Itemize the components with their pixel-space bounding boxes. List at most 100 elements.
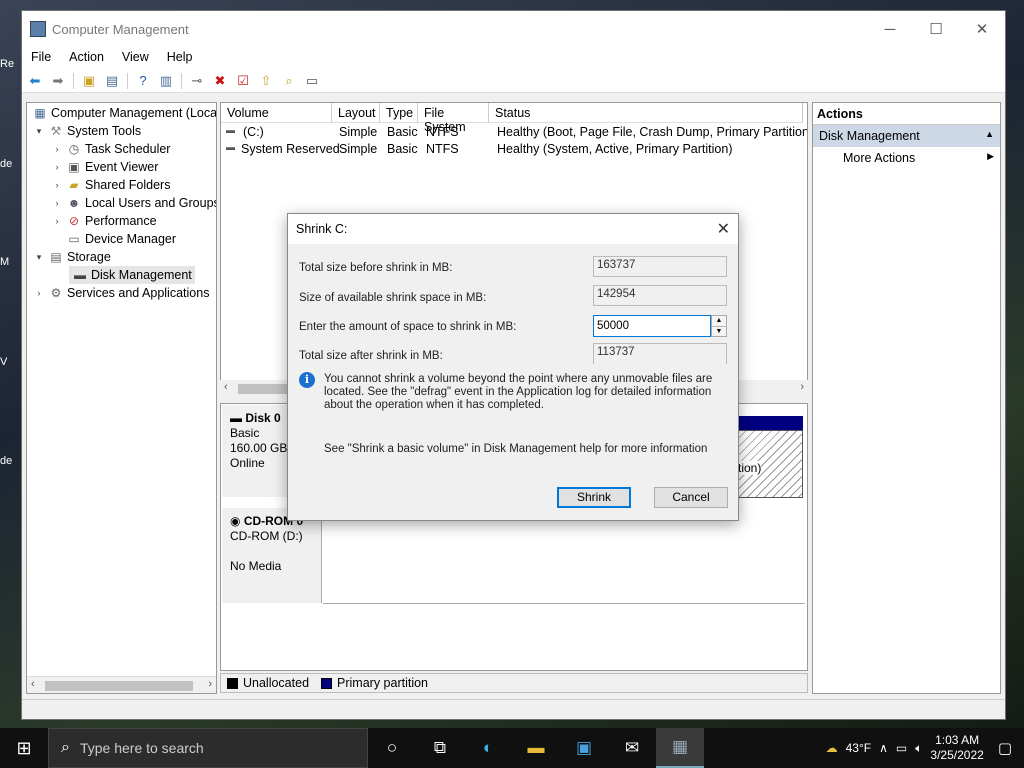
menu-help[interactable]: Help <box>158 47 202 69</box>
chevron-right-icon[interactable]: › <box>33 288 45 298</box>
help-message: See "Shrink a basic volume" in Disk Mana… <box>324 443 708 455</box>
show-hide-console-tree-icon[interactable]: ▤ <box>103 72 121 90</box>
desktop-icon-label[interactable]: V <box>0 356 22 368</box>
disk-icon: ▬ <box>74 268 86 282</box>
close-button[interactable]: ✕ <box>959 11 1005 47</box>
connect-icon[interactable]: ⊸ <box>188 72 206 90</box>
available-shrink-value: 142954 <box>593 285 727 306</box>
actions-disk-management[interactable]: Disk Management ▲ <box>813 125 1000 147</box>
maximize-button[interactable]: ☐ <box>913 11 959 47</box>
collapse-up-icon[interactable]: ▲ <box>985 129 994 143</box>
tree-item-shared-folders[interactable]: › ▰ Shared Folders <box>51 176 171 194</box>
tree-item-event-viewer[interactable]: › ▣ Event Viewer <box>51 158 159 176</box>
cortana-icon[interactable]: ○ <box>368 728 416 768</box>
back-arrow-icon[interactable]: ⬅ <box>26 72 44 90</box>
amount-to-shrink-input[interactable] <box>593 315 711 337</box>
volume-icon[interactable]: 🔈︎ <box>915 741 922 756</box>
show-action-pane-icon[interactable]: ▥ <box>157 72 175 90</box>
dialog-close-icon[interactable]: ✕ <box>717 219 730 239</box>
chevron-right-icon[interactable]: › <box>51 216 63 226</box>
scroll-right-icon[interactable]: › <box>800 381 804 393</box>
title-bar[interactable]: Computer Management ─ ☐ ✕ <box>22 11 1005 47</box>
submenu-arrow-icon: ▶ <box>987 151 994 161</box>
tree-item-disk-management[interactable]: ▬ Disk Management <box>69 266 195 284</box>
tree-horizontal-scrollbar[interactable]: ‹ › <box>27 676 216 693</box>
computer-icon: ▦ <box>34 106 46 120</box>
info-message: You cannot shrink a volume beyond the po… <box>324 373 713 411</box>
chevron-right-icon[interactable]: › <box>51 144 63 154</box>
more-actions[interactable]: More Actions ▶ <box>813 147 1000 169</box>
amount-stepper[interactable]: ▲ ▼ <box>711 315 727 337</box>
temperature[interactable]: 43°F <box>846 741 871 755</box>
chevron-down-icon[interactable]: ▾ <box>33 126 45 137</box>
dialog-title[interactable]: Shrink C: <box>288 214 738 244</box>
tree-item-task-scheduler[interactable]: › ◷ Task Scheduler <box>51 140 171 158</box>
checklist-icon[interactable]: ☑ <box>234 72 252 90</box>
shrink-button[interactable]: Shrink <box>557 487 631 508</box>
window-title: Computer Management <box>52 21 189 37</box>
up-folder-icon[interactable]: ▣ <box>80 72 98 90</box>
scroll-left-icon[interactable]: ‹ <box>31 678 35 690</box>
tree-item-local-users[interactable]: › ☻ Local Users and Groups <box>51 194 217 212</box>
tree-item-services[interactable]: › ⚙ Services and Applications <box>33 284 210 302</box>
partition-c-block[interactable]: tion) <box>737 430 803 498</box>
scrollbar-thumb[interactable] <box>45 681 193 691</box>
column-header-file-system[interactable]: File System <box>418 103 489 134</box>
weather-icon[interactable]: ☁ <box>826 741 838 755</box>
notifications-icon[interactable]: ▢ <box>998 739 1012 757</box>
tree-item-device-manager[interactable]: ▭ Device Manager <box>51 230 176 248</box>
desktop-icon-label[interactable]: de <box>0 455 22 467</box>
forward-arrow-icon[interactable]: ➡ <box>49 72 67 90</box>
legend: Unallocated Primary partition <box>220 673 808 693</box>
event-viewer-icon: ▣ <box>68 160 80 174</box>
tree-item-storage[interactable]: ▾ ▤ Storage <box>33 248 111 266</box>
column-header-status[interactable]: Status <box>489 103 803 123</box>
primary-partition-header-bar <box>737 416 803 430</box>
cancel-button[interactable]: Cancel <box>654 487 728 508</box>
amount-to-shrink-label: Enter the amount of space to shrink in M… <box>299 321 517 333</box>
chevron-right-icon[interactable]: › <box>51 198 63 208</box>
total-before-value: 163737 <box>593 256 727 277</box>
tree-item-performance[interactable]: › ⊘ Performance <box>51 212 157 230</box>
column-header-type[interactable]: Type <box>380 103 418 123</box>
cdrom-0-label[interactable]: ◉ CD-ROM 0 CD-ROM (D:) No Media <box>222 508 322 603</box>
desktop-icon-label[interactable]: M <box>0 256 22 268</box>
network-icon[interactable]: ▭ <box>896 741 907 755</box>
scroll-left-icon[interactable]: ‹ <box>224 381 228 393</box>
folder-up-icon[interactable]: ⇧ <box>257 72 275 90</box>
chevron-down-icon[interactable]: ▾ <box>33 252 45 263</box>
total-before-label: Total size before shrink in MB: <box>299 262 453 274</box>
menu-file[interactable]: File <box>22 47 60 69</box>
stepper-up-icon[interactable]: ▲ <box>712 316 726 327</box>
desktop-icon-label[interactable]: Re <box>0 58 22 70</box>
scrollbar-thumb[interactable] <box>238 384 288 394</box>
menu-view[interactable]: View <box>113 47 158 69</box>
tree-item-root[interactable]: ▦ Computer Management (Local <box>29 104 216 122</box>
scroll-right-icon[interactable]: › <box>208 678 212 690</box>
column-header-volume[interactable]: Volume <box>221 103 332 123</box>
menu-action[interactable]: Action <box>60 47 113 69</box>
chevron-right-icon[interactable]: › <box>51 162 63 172</box>
desktop-icon-label[interactable]: de <box>0 158 22 170</box>
chevron-right-icon[interactable]: › <box>51 180 63 190</box>
computer-management-taskbar-icon[interactable]: ▦ <box>656 728 704 768</box>
task-view-icon[interactable]: ⧉ <box>416 728 464 768</box>
help-icon[interactable]: ? <box>134 72 152 90</box>
stepper-down-icon[interactable]: ▼ <box>712 327 726 337</box>
minimize-button[interactable]: ─ <box>867 11 913 47</box>
volume-icon: ▬ <box>226 125 235 135</box>
start-button[interactable]: ⊞ <box>0 728 48 768</box>
mail-icon[interactable]: ✉ <box>608 728 656 768</box>
show-hidden-icons-chevron-icon[interactable]: ∧ <box>879 741 888 755</box>
store-icon[interactable]: ▣ <box>560 728 608 768</box>
properties-icon[interactable]: ▭ <box>303 72 321 90</box>
tree-item-system-tools[interactable]: ▾ ⚒ System Tools <box>33 122 141 140</box>
edge-icon[interactable]: ◐ <box>464 728 512 768</box>
search-folder-icon[interactable]: ⌕ <box>280 72 298 90</box>
clock[interactable]: 1:03 AM 3/25/2022 <box>930 733 983 763</box>
column-header-layout[interactable]: Layout <box>332 103 380 123</box>
delete-icon[interactable]: ✖ <box>211 72 229 90</box>
cdrom-area <box>323 508 805 604</box>
file-explorer-icon[interactable]: ▬ <box>512 728 560 768</box>
taskbar-search-box[interactable]: ⌕ Type here to search <box>48 728 368 768</box>
